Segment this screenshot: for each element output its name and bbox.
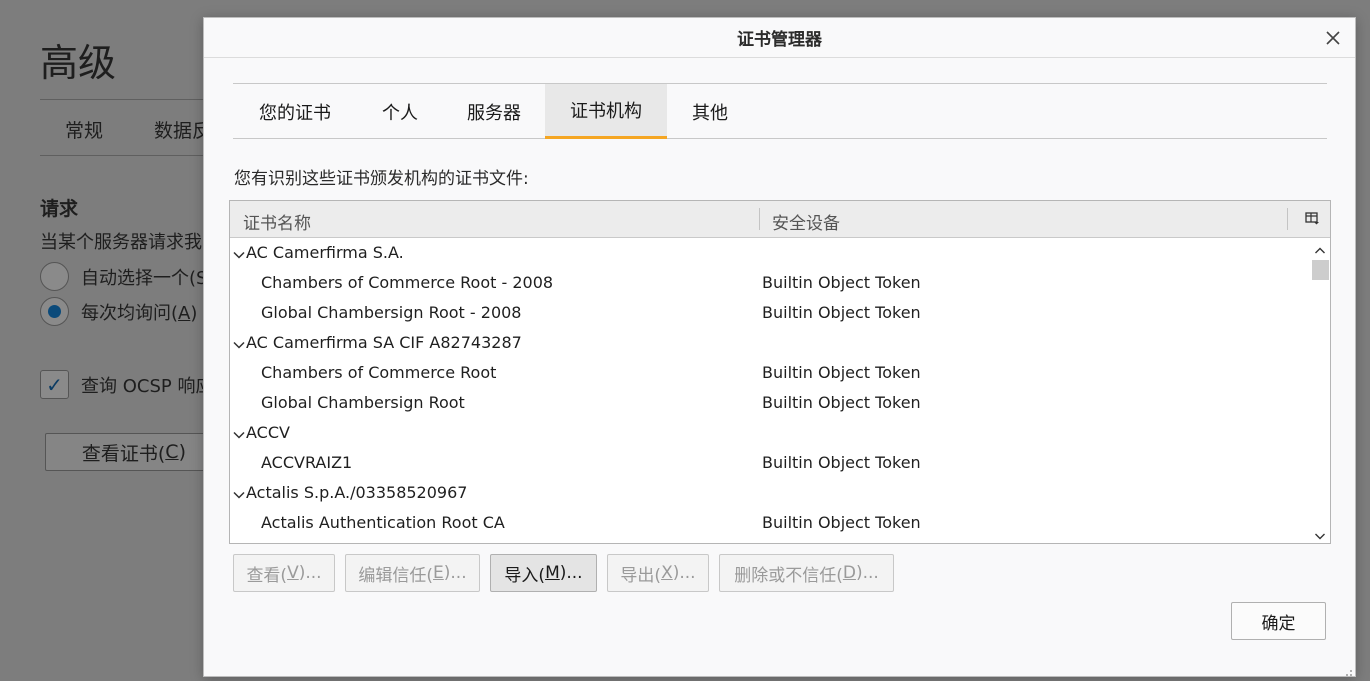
certificate-manager-dialog: 证书管理器 您的证书 个人 服务器 证书机构 其他 您有识别这些证书颁发机构的证… (203, 17, 1356, 677)
tree-row-group[interactable]: AC Camerfirma S.A. (230, 238, 1312, 268)
tree-row-certificate[interactable]: Global Chambersign Root - 2008 Builtin O… (230, 298, 1312, 328)
radio-auto-select[interactable]: 自动选择一个(S (40, 262, 207, 291)
tab-others[interactable]: 其他 (667, 84, 753, 139)
chevron-down-icon[interactable] (233, 486, 245, 499)
certificate-tree[interactable]: 证书名称 安全设备 AC Camerfirma S.A. Chambers of… (229, 200, 1331, 544)
section-description: 当某个服务器请求我 (40, 232, 202, 253)
import-button[interactable]: 导入(M)... (490, 554, 597, 592)
ocsp-label: 查询 OCSP 响应 (81, 375, 214, 397)
chevron-down-icon[interactable] (233, 246, 245, 259)
export-button[interactable]: 导出(X)... (607, 554, 709, 592)
delete-or-distrust-button[interactable]: 删除或不信任(D)... (719, 554, 894, 592)
view-button[interactable]: 查看(V)... (233, 554, 335, 592)
tab-strip: 您的证书 个人 服务器 证书机构 其他 (233, 83, 1327, 139)
radio-label: 自动选择一个(S (81, 267, 208, 289)
vertical-scrollbar[interactable] (1310, 238, 1330, 543)
tab-servers[interactable]: 服务器 (443, 84, 545, 139)
tree-row-certificate[interactable]: ACCVRAIZ1 Builtin Object Token (230, 448, 1312, 478)
chevron-down-icon[interactable] (233, 426, 245, 439)
radio-label: 每次均询问(A) (81, 302, 198, 324)
tree-row-group[interactable]: ACCV (230, 418, 1312, 448)
column-picker-icon[interactable] (1304, 210, 1320, 226)
divider (40, 155, 210, 156)
page-title: 高级 (40, 41, 117, 85)
radio-ask-every-time[interactable]: 每次均询问(A) (40, 297, 197, 326)
scrollbar-thumb[interactable] (1312, 260, 1329, 280)
tree-row-certificate[interactable]: Chambers of Commerce Root - 2008 Builtin… (230, 268, 1312, 298)
edit-trust-button[interactable]: 编辑信任(E)... (345, 554, 480, 592)
column-header-name[interactable]: 证书名称 (243, 209, 311, 234)
tree-row-group[interactable]: Actalis S.p.A./03358520967 (230, 478, 1312, 508)
tab-description: 您有识别这些证书颁发机构的证书文件: (234, 169, 529, 189)
column-splitter[interactable] (1287, 208, 1288, 230)
chevron-down-icon[interactable] (233, 336, 245, 349)
close-icon[interactable] (1321, 26, 1345, 50)
tree-row-certificate[interactable]: Global Chambersign Root Builtin Object T… (230, 388, 1312, 418)
scroll-up-icon[interactable] (1314, 242, 1326, 254)
view-certificates-button[interactable]: 查看证书(C) (45, 433, 205, 471)
tab-authorities[interactable]: 证书机构 (545, 84, 667, 139)
column-header-device[interactable]: 安全设备 (772, 209, 840, 234)
tree-header: 证书名称 安全设备 (230, 201, 1330, 238)
radio-button[interactable] (40, 262, 69, 291)
tab-general[interactable]: 常规 (65, 116, 103, 143)
ocsp-checkbox-row[interactable]: ✓ 查询 OCSP 响应 (40, 370, 213, 399)
tree-row-group[interactable]: AC Camerfirma SA CIF A82743287 (230, 328, 1312, 358)
tree-row-certificate[interactable]: Actalis Authentication Root CA Builtin O… (230, 508, 1312, 538)
tab-people[interactable]: 个人 (357, 84, 443, 139)
radio-button-selected[interactable] (40, 297, 69, 326)
column-splitter[interactable] (759, 208, 760, 230)
checkmark-icon[interactable]: ✓ (40, 370, 69, 399)
dialog-title: 证书管理器 (204, 18, 1355, 58)
scroll-down-icon[interactable] (1314, 527, 1326, 540)
divider (40, 99, 210, 100)
tree-rows: AC Camerfirma S.A. Chambers of Commerce … (230, 238, 1312, 538)
section-title: 请求 (40, 198, 79, 220)
ok-button[interactable]: 确定 (1231, 602, 1326, 640)
tab-your-certificates[interactable]: 您的证书 (233, 84, 357, 139)
tree-row-certificate[interactable]: Chambers of Commerce Root Builtin Object… (230, 358, 1312, 388)
